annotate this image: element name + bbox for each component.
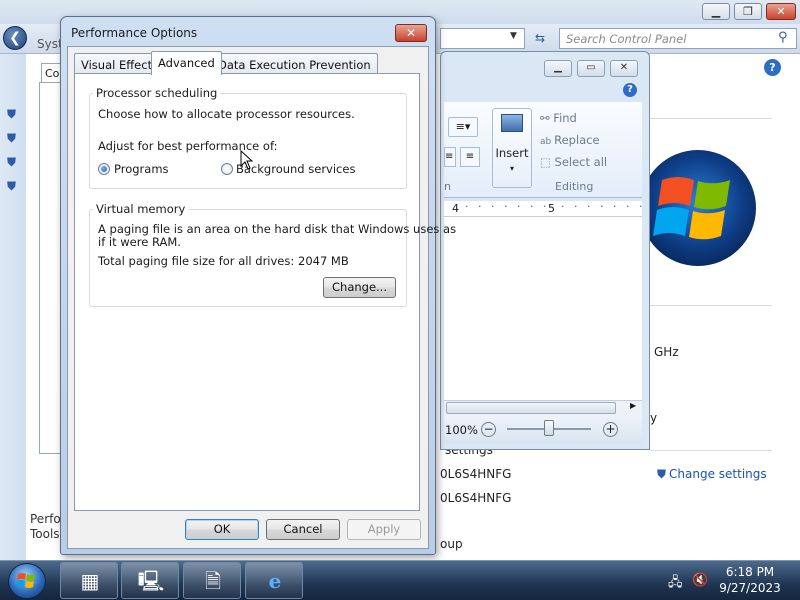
insert-label: Insert bbox=[495, 146, 529, 160]
paging-file-description-line1: A paging file is an area on the hard dis… bbox=[98, 222, 457, 236]
maximize-button[interactable]: ❐ bbox=[734, 3, 762, 20]
tab-advanced[interactable]: Advanced bbox=[151, 51, 222, 75]
cancel-button[interactable]: Cancel bbox=[266, 519, 340, 540]
programs-label[interactable]: Programs bbox=[114, 162, 169, 176]
computer-icon: 🖳 bbox=[137, 569, 165, 593]
picture-icon bbox=[501, 114, 523, 132]
close-button[interactable]: ✕ bbox=[766, 3, 796, 20]
ruler-ticks: · · · · · · · bbox=[561, 200, 646, 213]
apply-button[interactable]: Apply bbox=[347, 519, 421, 540]
window-title-fragment: Syst bbox=[37, 37, 63, 51]
wordpad-icon: 🗎 bbox=[204, 569, 222, 593]
taskbar-control-panel-button[interactable]: ▦ bbox=[60, 562, 118, 599]
processor-scheduling-label: Processor scheduling bbox=[93, 86, 221, 100]
zoom-level: 100% bbox=[445, 423, 478, 437]
help-icon[interactable]: ? bbox=[764, 59, 781, 76]
mouse-cursor-icon bbox=[240, 150, 254, 170]
system-type-fragment: y bbox=[650, 411, 658, 425]
editing-group-label: Editing bbox=[555, 180, 594, 193]
separator bbox=[650, 118, 772, 119]
system-clock[interactable]: 6:18 PM 9/27/2023 bbox=[706, 564, 794, 596]
ruler-ticks: · · · · · · · bbox=[465, 200, 550, 213]
change-settings-link[interactable]: ⛊ Change settings bbox=[657, 467, 767, 482]
dialog-title: Performance Options bbox=[71, 26, 198, 40]
search-input[interactable]: Search Control Panel bbox=[559, 28, 797, 49]
replace-button[interactable]: ab Replace bbox=[540, 133, 600, 147]
total-paging-size-value: 2047 MB bbox=[298, 254, 349, 268]
select-all-label: Select all bbox=[554, 155, 608, 169]
taskbar-wordpad-button[interactable]: 🗎 bbox=[183, 562, 241, 599]
network-icon[interactable]: 🖧 bbox=[668, 573, 683, 595]
separator bbox=[650, 450, 772, 451]
ok-button[interactable]: OK bbox=[185, 519, 259, 540]
paragraph-group-label: n bbox=[444, 180, 451, 193]
background-services-radio[interactable] bbox=[221, 163, 233, 175]
clock-time: 6:18 PM bbox=[725, 565, 775, 579]
replace-label: Replace bbox=[554, 133, 600, 147]
performance-text-line: Perfo bbox=[30, 512, 61, 526]
dialog-close-button[interactable]: ✕ bbox=[395, 24, 427, 42]
taskbar-internet-explorer-button[interactable]: e bbox=[245, 562, 303, 599]
shield-icon: ⛊ bbox=[7, 155, 17, 169]
windows-flag-icon bbox=[17, 573, 35, 588]
zoom-out-icon[interactable]: − bbox=[481, 422, 496, 437]
scroll-right-icon[interactable]: ▶ bbox=[630, 401, 636, 410]
internet-explorer-icon: e bbox=[268, 569, 282, 593]
paging-file-description-line2: if it were RAM. bbox=[98, 235, 181, 249]
document-area[interactable] bbox=[444, 217, 642, 400]
back-button[interactable]: ❮ bbox=[3, 26, 27, 50]
select-all-icon: ⬚ bbox=[540, 155, 555, 169]
windows-logo bbox=[640, 150, 756, 266]
control-panel-icon: ▦ bbox=[80, 569, 100, 593]
address-dropdown-icon[interactable]: ▼ bbox=[510, 31, 517, 41]
shield-icon: ⛊ bbox=[7, 131, 17, 145]
change-settings-label: Change settings bbox=[669, 467, 767, 481]
tab-frame bbox=[39, 82, 61, 454]
search-icon[interactable]: ⚲ bbox=[778, 30, 788, 45]
change-button[interactable]: Change... bbox=[323, 277, 396, 298]
shield-icon: ⛊ bbox=[7, 179, 17, 193]
refresh-icon[interactable]: ⇆ bbox=[529, 28, 551, 49]
shield-icon: ⛊ bbox=[7, 107, 17, 121]
chevron-down-icon: ▾ bbox=[509, 164, 514, 173]
align-icon[interactable]: ≡ bbox=[444, 147, 456, 167]
processor-speed-fragment: GHz bbox=[654, 345, 679, 359]
left-navigation-pane bbox=[0, 54, 26, 560]
shield-icon: ⛊ bbox=[657, 467, 667, 481]
ruler-mark-4: 4 bbox=[452, 202, 459, 215]
processor-description: Choose how to allocate processor resourc… bbox=[98, 107, 355, 121]
find-label: Find bbox=[553, 111, 577, 125]
workgroup-fragment: oup bbox=[440, 537, 463, 551]
ruler-mark-5: 5 bbox=[548, 202, 555, 215]
scrollbar-thumb[interactable] bbox=[446, 402, 616, 414]
wordpad-minimize-button[interactable]: ▁ bbox=[544, 60, 572, 77]
replace-icon: ab bbox=[540, 137, 555, 147]
minimize-button[interactable]: ▁ bbox=[702, 3, 730, 20]
virtual-memory-label: Virtual memory bbox=[93, 202, 189, 216]
performance-info-fragment[interactable]: Perfo Tools bbox=[30, 512, 61, 542]
binoculars-icon: ⚯ bbox=[540, 111, 554, 125]
tools-text-line: Tools bbox=[30, 527, 60, 541]
find-button[interactable]: ⚯ Find bbox=[540, 111, 577, 125]
computer-name-value: 0L6S4HNFG bbox=[440, 467, 512, 481]
taskbar-system-button[interactable]: 🖳 bbox=[121, 562, 179, 599]
total-paging-size-label: Total paging file size for all drives: bbox=[98, 254, 295, 268]
tab-data-execution-prevention[interactable]: Data Execution Prevention bbox=[211, 53, 378, 74]
clock-date: 9/27/2023 bbox=[719, 581, 781, 595]
zoom-slider-thumb[interactable] bbox=[544, 420, 554, 436]
wordpad-maximize-button[interactable]: ▭ bbox=[577, 60, 605, 77]
paragraph-icon[interactable]: ≡ bbox=[460, 147, 480, 167]
full-computer-name-value: 0L6S4HNFG bbox=[440, 491, 512, 505]
separator bbox=[650, 305, 772, 306]
programs-radio[interactable] bbox=[98, 163, 110, 175]
wordpad-close-button[interactable]: ✕ bbox=[610, 60, 638, 77]
wordpad-help-icon[interactable]: ? bbox=[623, 83, 637, 97]
zoom-in-icon[interactable]: + bbox=[603, 422, 618, 437]
select-all-button[interactable]: ⬚ Select all bbox=[540, 155, 607, 169]
line-spacing-icon[interactable]: ≡▾ bbox=[448, 117, 478, 137]
